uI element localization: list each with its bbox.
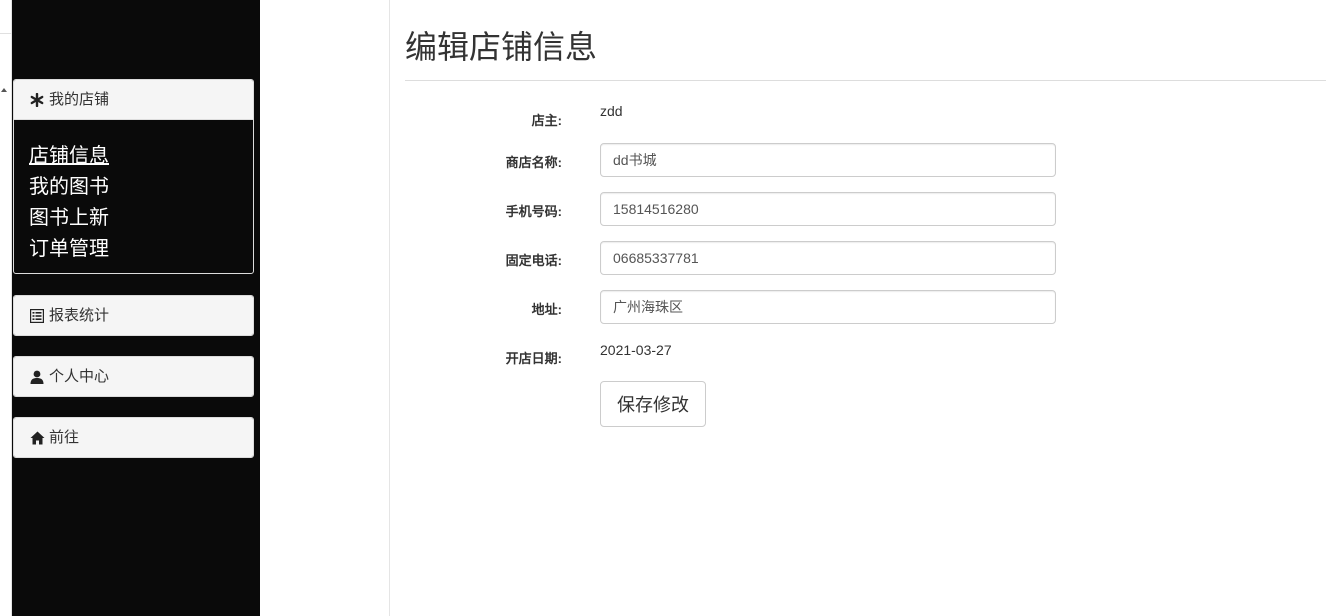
menu-item-store-info[interactable]: 店铺信息 <box>29 140 253 171</box>
page-title: 编辑店铺信息 <box>405 29 598 65</box>
menu-item-order-management[interactable]: 订单管理 <box>29 233 253 264</box>
title-divider <box>405 80 1326 81</box>
my-store-panel-title: 我的店铺 <box>49 91 110 108</box>
landline-label: 固定电话: <box>505 253 562 268</box>
profile-panel-heading[interactable]: 个人中心 <box>14 357 253 396</box>
list-alt-icon <box>29 308 45 323</box>
reports-panel-title: 报表统计 <box>49 307 110 324</box>
owner-label: 店主: <box>531 113 562 128</box>
reports-panel-heading[interactable]: 报表统计 <box>14 296 253 335</box>
reports-panel[interactable]: 报表统计 <box>13 295 254 336</box>
menu-item-my-books[interactable]: 我的图书 <box>29 171 253 202</box>
left-gutter <box>0 0 12 616</box>
shop-name-label: 商店名称: <box>505 155 562 170</box>
save-changes-button[interactable]: 保存修改 <box>600 381 706 427</box>
menu-item-new-books[interactable]: 图书上新 <box>29 202 253 233</box>
open-date-label: 开店日期: <box>505 351 562 366</box>
shop-name-input[interactable] <box>600 143 1056 177</box>
gutter-divider <box>0 33 12 34</box>
goto-panel[interactable]: 前往 <box>13 417 254 458</box>
landline-input[interactable] <box>600 241 1056 275</box>
my-store-panel-heading[interactable]: 我的店铺 <box>14 80 253 120</box>
my-store-menu: 店铺信息 我的图书 图书上新 订单管理 <box>14 120 253 264</box>
goto-panel-heading[interactable]: 前往 <box>14 418 253 457</box>
scroll-up-arrow-icon[interactable] <box>1 88 7 92</box>
asterisk-icon <box>30 92 44 107</box>
sidebar: 我的店铺 店铺信息 我的图书 图书上新 订单管理 报表统计 个人中心 前往 <box>12 0 260 616</box>
user-icon <box>30 370 44 384</box>
open-date-value: 2021-03-27 <box>600 342 672 358</box>
profile-panel[interactable]: 个人中心 <box>13 356 254 397</box>
my-store-panel: 我的店铺 店铺信息 我的图书 图书上新 订单管理 <box>13 79 254 274</box>
mobile-input[interactable] <box>600 192 1056 226</box>
mobile-label: 手机号码: <box>505 204 562 219</box>
address-input[interactable] <box>600 290 1056 324</box>
profile-panel-title: 个人中心 <box>49 368 110 385</box>
goto-panel-title: 前往 <box>49 429 80 446</box>
owner-value: zdd <box>600 103 623 119</box>
address-label: 地址: <box>531 302 562 317</box>
content-divider <box>389 0 390 616</box>
home-icon <box>30 431 45 445</box>
